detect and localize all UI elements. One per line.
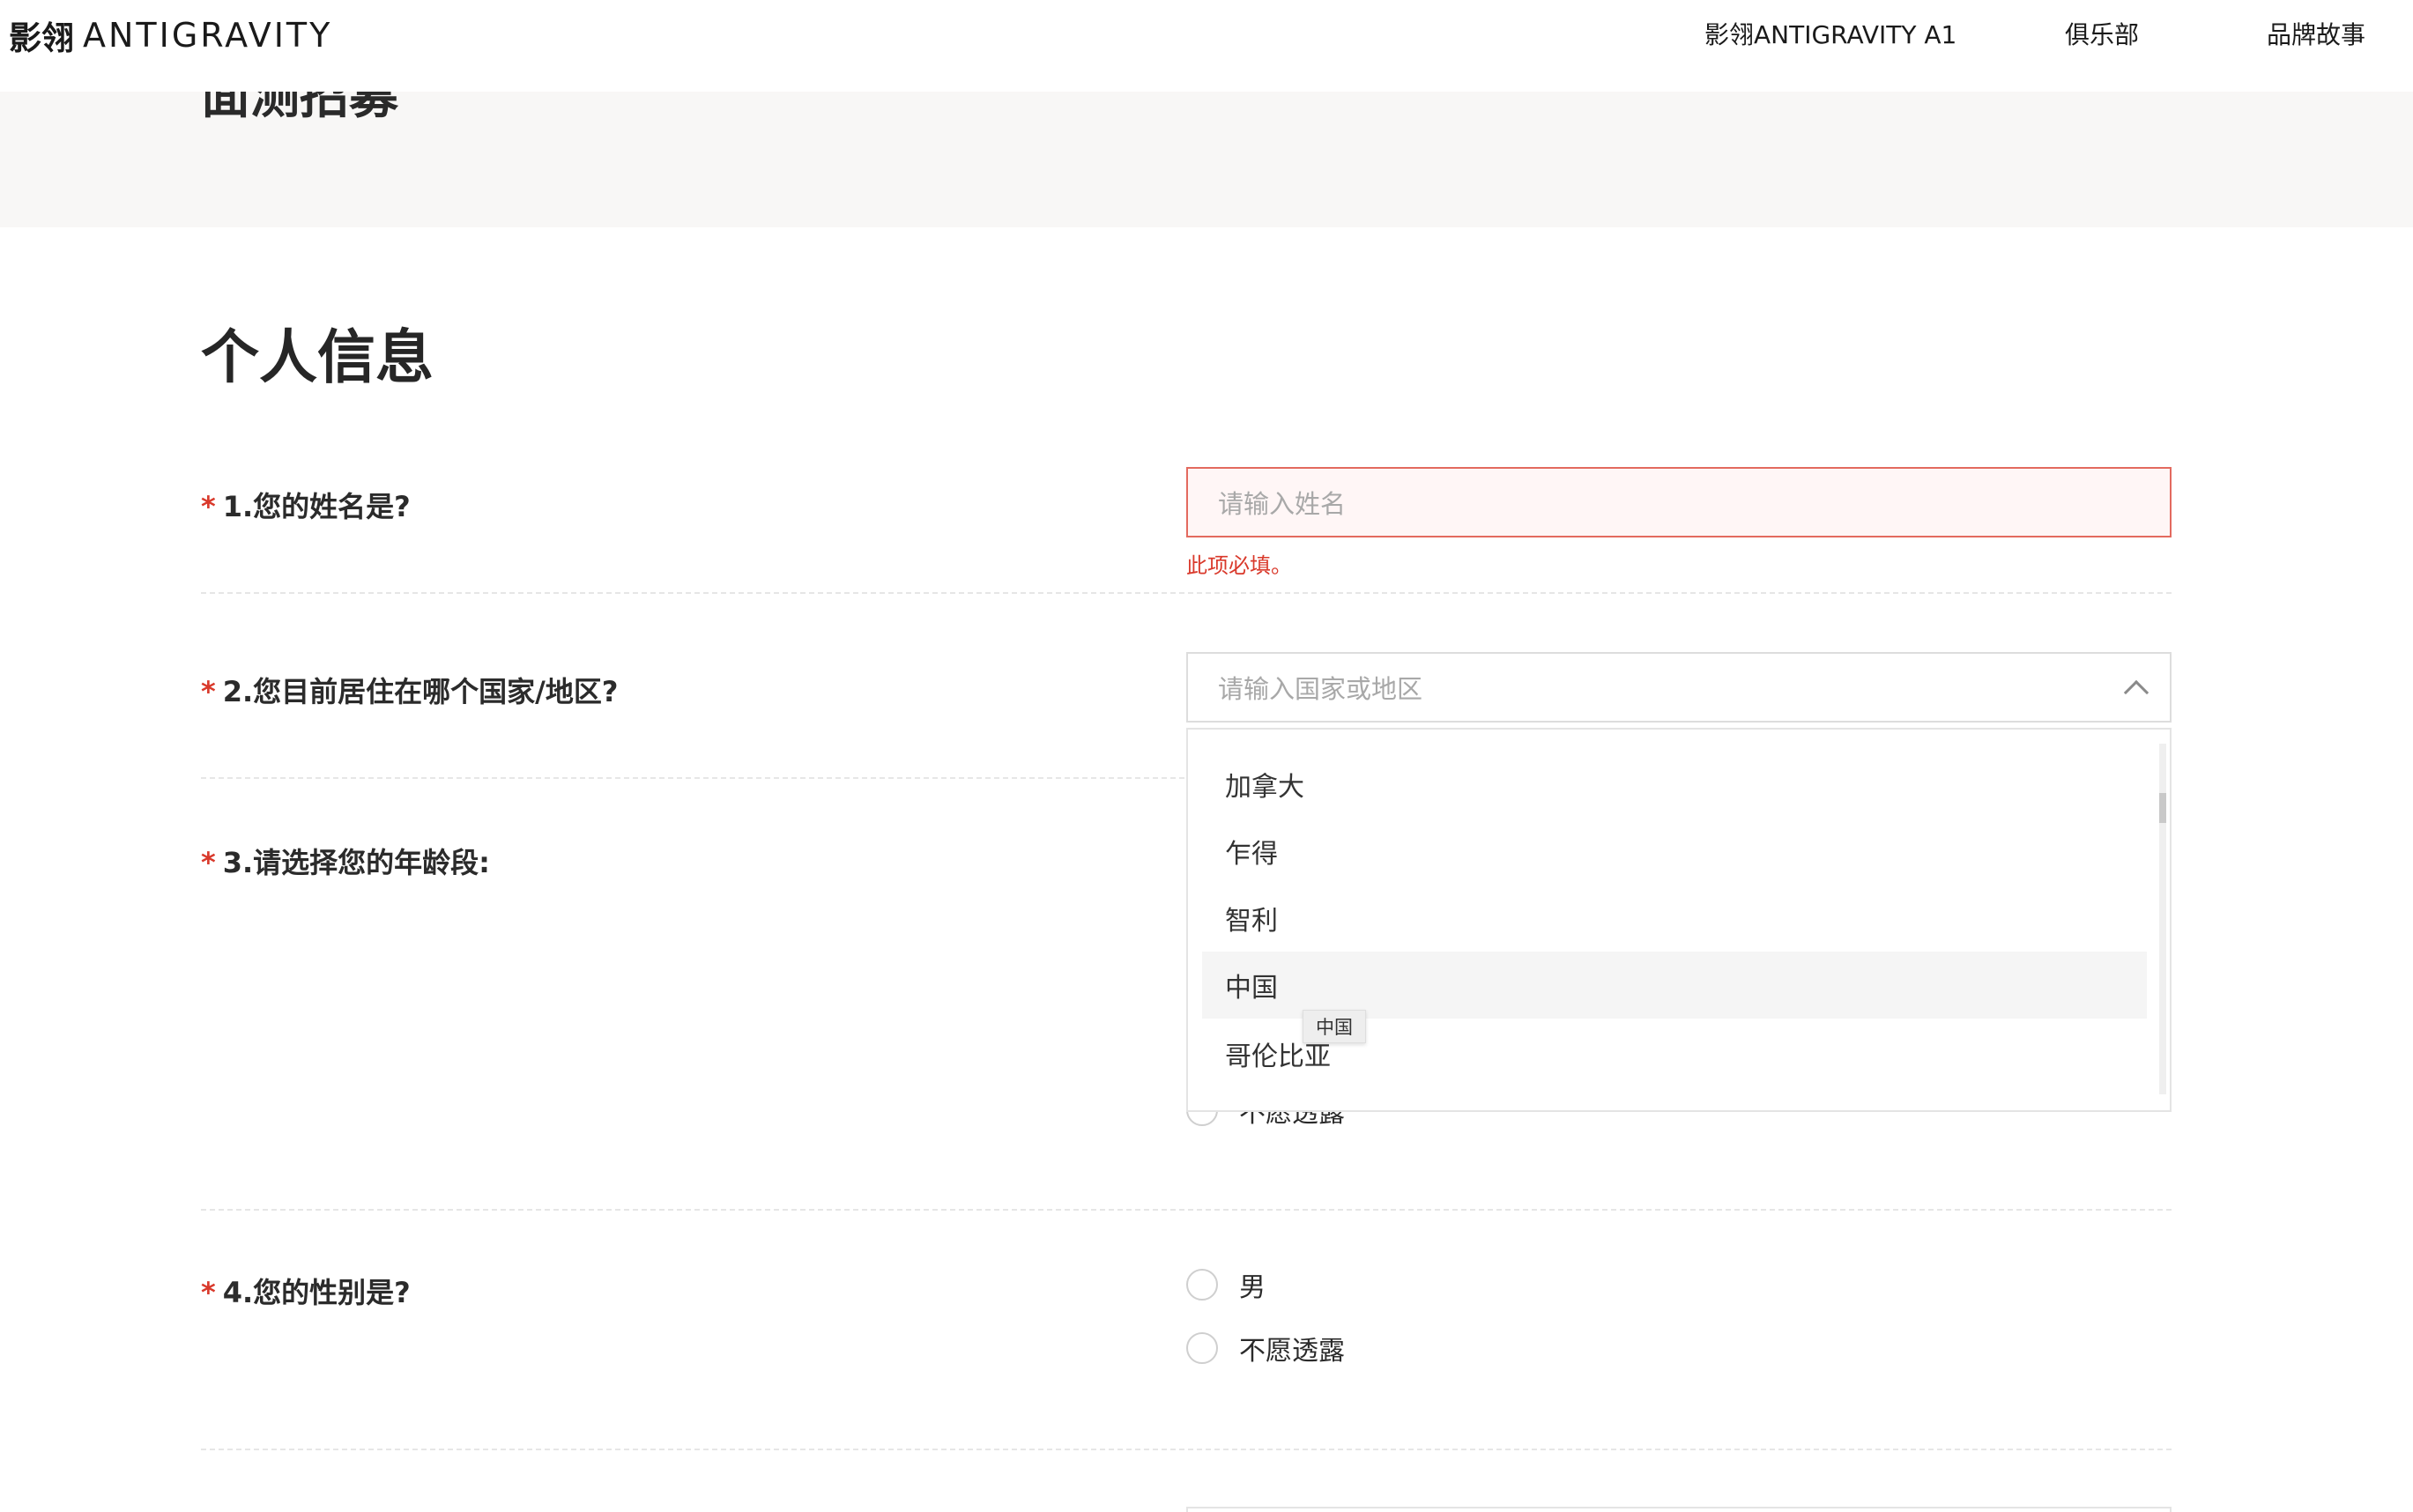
hero-banner: 面测招募 [0,92,2413,227]
question-gender: * 4.您的性别是? [201,1271,411,1311]
country-select[interactable]: 请输入国家或地区 [1186,652,2172,723]
required-marker: * [201,675,216,708]
question-country: * 2.您目前居住在哪个国家/地区? [201,670,618,710]
question-label: 1.您的姓名是? [222,490,411,523]
radio-circle[interactable] [1186,1332,1218,1364]
country-select-placeholder: 请输入国家或地区 [1218,674,1423,704]
name-error-message: 此项必填。 [1186,553,1292,578]
country-option-chad[interactable]: 乍得 [1202,818,2147,885]
divider [201,1209,2172,1211]
name-input[interactable]: 请输入姓名 [1186,467,2172,537]
top-nav: 影翎 ANTIGRAVITY 影翎ANTIGRAVITY A1 俱乐部 品牌故事 [0,0,2413,92]
country-option-canada[interactable]: 加拿大 [1202,751,2147,818]
nav-link-a1[interactable]: 影翎ANTIGRAVITY A1 [1704,16,1956,51]
divider [201,592,2172,594]
name-input-placeholder: 请输入姓名 [1218,489,1347,519]
nav-link-club[interactable]: 俱乐部 [2065,16,2139,51]
required-marker: * [201,1276,216,1309]
brand-name-cn: 影翎 [9,19,74,57]
gender-option-male[interactable]: 男 [1186,1267,1266,1303]
brand-name-en: ANTIGRAVITY [83,16,333,55]
next-field-input[interactable] [1186,1507,2172,1512]
nav-link-brand-story[interactable]: 品牌故事 [2267,16,2365,51]
question-age: * 3.请选择您的年龄段: [201,841,490,881]
required-marker: * [201,490,216,523]
brand-logo[interactable]: 影翎 ANTIGRAVITY [9,14,333,57]
option-tooltip: 中国 [1303,1010,1366,1043]
section-title: 个人信息 [201,323,434,391]
country-dropdown-list[interactable]: 加拿大 乍得 智利 中国 哥伦比亚 [1186,728,2172,1112]
gender-option-undisclosed[interactable]: 不愿透露 [1186,1330,1345,1367]
chevron-up-icon[interactable] [2123,679,2149,706]
country-option-chile[interactable]: 智利 [1202,885,2147,952]
hero-title: 面测招募 [201,92,398,125]
radio-circle[interactable] [1186,1269,1218,1301]
dropdown-scroll-thumb[interactable] [2159,793,2166,823]
question-label: 3.请选择您的年龄段: [222,846,490,879]
radio-label: 男 [1239,1272,1266,1303]
radio-label: 不愿透露 [1239,1336,1345,1367]
question-label: 2.您目前居住在哪个国家/地区? [222,675,619,708]
question-label: 4.您的性别是? [222,1276,411,1309]
dropdown-scrollbar[interactable] [2159,744,2166,1094]
divider [201,1449,2172,1450]
required-marker: * [201,846,216,879]
country-option-china[interactable]: 中国 [1202,952,2147,1019]
question-name: * 1.您的姓名是? [201,485,411,525]
